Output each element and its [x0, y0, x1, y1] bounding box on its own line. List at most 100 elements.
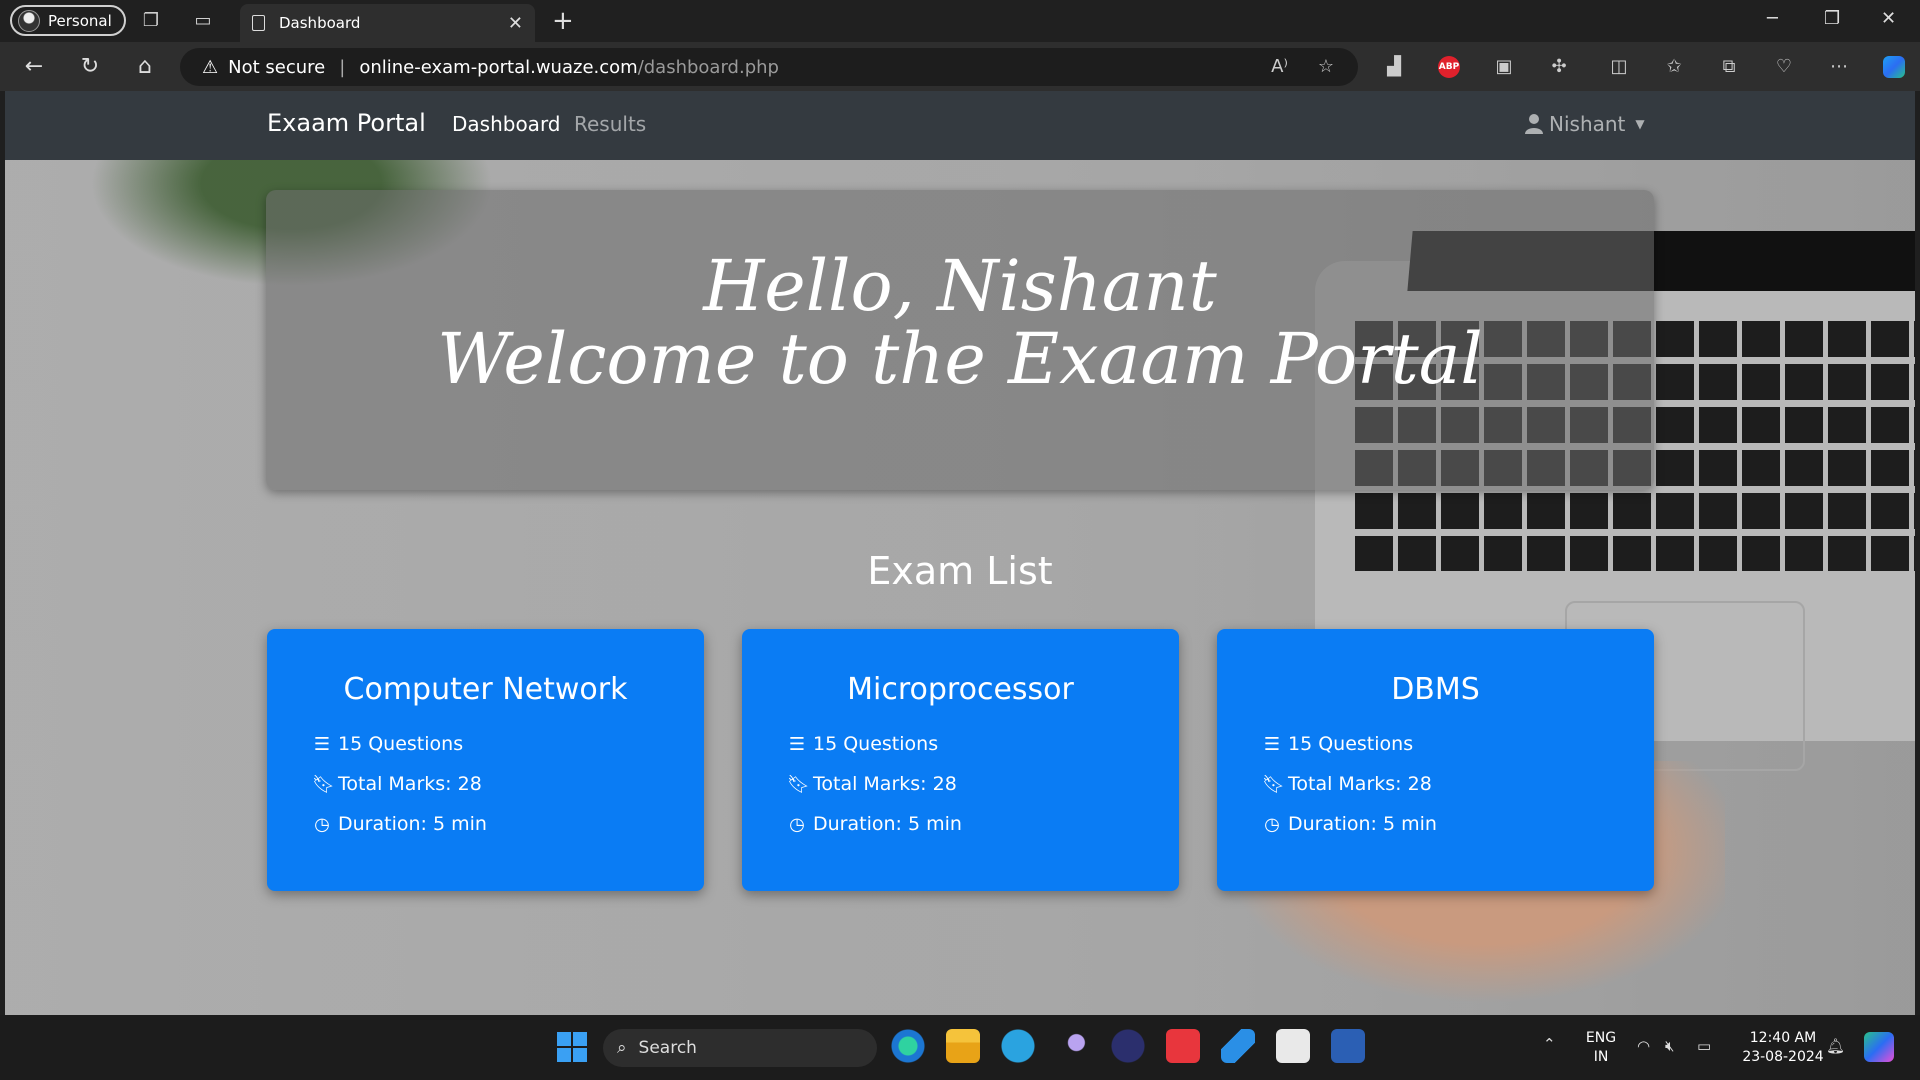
exam-card-questions: ☰ 15 Questions: [1262, 733, 1413, 755]
bookmark-icon: 🔖︎: [312, 773, 335, 795]
favorite-star-icon[interactable]: ☆: [1318, 56, 1334, 77]
split-screen-icon[interactable]: ◫: [1608, 56, 1630, 78]
profile-button[interactable]: Personal: [10, 5, 126, 36]
eclipse-icon[interactable]: [1111, 1029, 1145, 1063]
tab-title: Dashboard: [279, 14, 361, 32]
favorites-icon[interactable]: ✩: [1663, 56, 1685, 78]
user-name: Nishant: [1549, 112, 1626, 136]
user-icon: [1525, 114, 1543, 134]
volume-muted-icon[interactable]: 🔇︎: [1665, 1037, 1674, 1055]
taskbar-search[interactable]: ⌕ Search: [603, 1029, 877, 1067]
clock-icon: ◷: [789, 813, 805, 835]
web-page: Exaam Portal Dashboard Results Nishant ▼…: [5, 91, 1915, 1015]
exam-card-duration: ◷ Duration: 5 min: [1262, 813, 1437, 835]
exam-card-marks: 🔖︎ Total Marks: 28: [312, 773, 482, 795]
read-aloud-icon[interactable]: A⁾: [1271, 56, 1288, 77]
battery-icon[interactable]: ▭: [1697, 1037, 1711, 1055]
back-icon[interactable]: ←: [20, 54, 48, 79]
app-icon[interactable]: [1056, 1029, 1090, 1063]
minimize-icon[interactable]: ─: [1767, 8, 1778, 29]
new-tab-icon[interactable]: +: [552, 6, 574, 36]
site-navbar: Exaam Portal Dashboard Results Nishant ▼: [5, 91, 1915, 160]
exam-card-dbms[interactable]: DBMS ☰ 15 Questions 🔖︎ Total Marks: 28 ◷ Du…: [1217, 629, 1654, 891]
edge-taskbar-icon[interactable]: [891, 1029, 925, 1063]
security-label[interactable]: Not secure: [228, 57, 325, 78]
address-bar[interactable]: ⚠ Not secure | online-exam-portal.wuaze.…: [180, 48, 1358, 86]
marks-text: Total Marks: 28: [813, 773, 957, 795]
collections-icon[interactable]: ⧉: [1718, 56, 1740, 78]
greeting-text: Hello, Nishant: [703, 245, 1217, 327]
brand-logo[interactable]: Exaam Portal: [267, 109, 426, 137]
url-host: online-exam-portal.wuaze.com: [359, 56, 638, 78]
list-icon: ☰: [313, 733, 331, 755]
copilot-taskbar-icon[interactable]: [1864, 1032, 1894, 1062]
clock[interactable]: 12:40 AM 23-08-2024: [1733, 1029, 1833, 1067]
clock-icon: ◷: [1264, 813, 1280, 835]
search-icon: ⌕: [617, 1038, 627, 1058]
lang-top: ENG: [1585, 1030, 1617, 1046]
list-icon: ☰: [1263, 733, 1281, 755]
list-icon: ☰: [788, 733, 806, 755]
exam-card-title: DBMS: [1391, 672, 1480, 707]
exam-card-microprocessor[interactable]: Microprocessor ☰ 15 Questions 🔖︎ Total Mar…: [742, 629, 1179, 891]
user-dropdown[interactable]: Nishant ▼: [1525, 112, 1645, 136]
copilot-icon[interactable]: [1883, 56, 1905, 78]
more-icon[interactable]: ⋯: [1828, 56, 1850, 78]
exam-card-marks: 🔖︎ Total Marks: 28: [787, 773, 957, 795]
lang-bottom: IN: [1593, 1049, 1609, 1065]
exam-card-questions: ☰ 15 Questions: [312, 733, 463, 755]
duration-text: Duration: 5 min: [813, 813, 962, 835]
word-icon[interactable]: [1331, 1029, 1365, 1063]
adblock-icon[interactable]: ABP: [1438, 56, 1460, 78]
nav-link-results[interactable]: Results: [574, 112, 646, 136]
clock-time: 12:40 AM: [1749, 1030, 1817, 1046]
tab-dashboard[interactable]: Dashboard ✕: [240, 4, 535, 42]
workspaces-icon[interactable]: ❐: [140, 10, 162, 32]
telegram-icon[interactable]: [1001, 1029, 1035, 1063]
extension-icon[interactable]: ▣: [1493, 56, 1515, 78]
questions-text: 15 Questions: [813, 733, 939, 755]
exam-card-marks: 🔖︎ Total Marks: 28: [1262, 773, 1432, 795]
exam-card-questions: ☰ 15 Questions: [787, 733, 938, 755]
profile-label: Personal: [48, 11, 112, 30]
welcome-text: Welcome to the Exaam Portal: [437, 318, 1483, 400]
exam-card-duration: ◷ Duration: 5 min: [787, 813, 962, 835]
browser-tab-bar: Personal ❐ ▭ Dashboard ✕ + ─ ❐ ✕: [0, 0, 1920, 42]
notification-bell-icon[interactable]: 🔔︎: [1826, 1037, 1845, 1055]
vscode-icon[interactable]: [1221, 1029, 1255, 1063]
tray-chevron-up-icon[interactable]: ⌃: [1543, 1035, 1556, 1053]
search-placeholder: Search: [638, 1038, 697, 1058]
exam-list-heading: Exam List: [867, 549, 1053, 593]
marks-text: Total Marks: 28: [338, 773, 482, 795]
address-actions: A⁾ ☆: [1271, 56, 1334, 77]
language-indicator[interactable]: ENG IN: [1583, 1029, 1619, 1067]
browser-essentials-icon[interactable]: ♡: [1773, 56, 1795, 78]
extensions-puzzle-icon[interactable]: ✣: [1548, 56, 1570, 78]
profile-avatar: [18, 9, 40, 32]
clock-icon: ◷: [314, 813, 330, 835]
warning-icon: ⚠: [202, 56, 219, 78]
exam-card-title: Microprocessor: [847, 672, 1074, 707]
wifi-icon[interactable]: ◠: [1637, 1037, 1650, 1055]
url-path: /dashboard.php: [637, 56, 779, 78]
home-icon[interactable]: ⌂: [131, 54, 159, 79]
close-tab-icon[interactable]: ✕: [508, 13, 523, 34]
restore-icon[interactable]: ❐: [1824, 8, 1840, 29]
exam-card-computer-network[interactable]: Computer Network ☰ 15 Questions 🔖︎ Total M…: [267, 629, 704, 891]
tab-actions-icon[interactable]: ▭: [192, 10, 214, 32]
snipping-tool-icon[interactable]: [1276, 1029, 1310, 1063]
anydesk-icon[interactable]: [1166, 1029, 1200, 1063]
browser-toolbar: ← ↻ ⌂ ⚠ Not secure | online-exam-portal.…: [0, 42, 1920, 91]
windows-taskbar: ⌕ Search ⌃ ENG IN ◠ 🔇︎ ▭ 12:40 AM 23-08-…: [0, 1015, 1920, 1080]
duration-text: Duration: 5 min: [1288, 813, 1437, 835]
welcome-jumbotron: Hello, Nishant Welcome to the Exaam Port…: [266, 190, 1654, 490]
bookmark-icon: 🔖︎: [1262, 773, 1285, 795]
caret-down-icon: ▼: [1635, 117, 1645, 131]
close-window-icon[interactable]: ✕: [1881, 8, 1896, 29]
nav-link-dashboard[interactable]: Dashboard: [452, 112, 561, 136]
refresh-icon[interactable]: ↻: [76, 54, 104, 79]
performance-icon[interactable]: ▟: [1383, 56, 1405, 78]
file-explorer-icon[interactable]: [946, 1029, 980, 1063]
windows-start-icon[interactable]: [557, 1032, 587, 1062]
marks-text: Total Marks: 28: [1288, 773, 1432, 795]
